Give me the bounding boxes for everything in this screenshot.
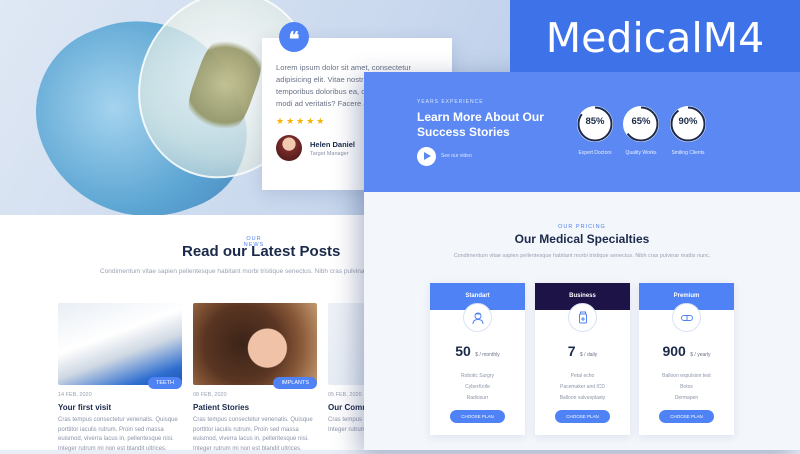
quote-icon: ❝ [279,22,309,52]
post-date: 14 FEB, 2020 [58,392,92,398]
pricing-card-premium: Premium 900 $ / yearly Balloon expulsion… [639,283,734,435]
choose-plan-button[interactable]: CHOOSE PLAN [659,410,714,423]
post-card[interactable]: TEETH 14 FEB, 2020 Your first visit Cras… [58,303,182,454]
play-icon[interactable] [417,147,436,166]
video-label[interactable]: See our video [441,153,472,159]
post-image[interactable] [328,303,368,385]
plan-feature: Balloon expulsion test [662,373,711,379]
pricing-lead: Condimentum vitae sapien pellentesque ha… [453,253,711,259]
plan-features: Balloon expulsion test Botox Dermapen [639,371,734,404]
stat-value: 90% [678,116,698,127]
post-card[interactable]: 05 FEB, 2020 Our Comm Cras tempus c port… [328,303,368,435]
post-title[interactable]: Your first visit [58,403,182,412]
post-excerpt: Cras tempus c porttitor iaculi euismod, … [328,417,368,433]
plan-feature: Radiosurr [466,395,489,401]
plan-feature: Pacemaker and ICD [559,384,606,390]
plan-price: 50 $ / monthly [455,343,500,359]
plan-feature: Dermapen [674,395,699,401]
pricing-eyebrow: OUR PRICING [558,224,606,230]
pill-icon [672,303,701,332]
choose-plan-button[interactable]: CHOOSE PLAN [450,410,505,423]
plan-feature: Botox [680,384,693,390]
news-lead: Condimentum vitae sapien pellentesque ha… [100,268,367,275]
nurse-icon [463,303,492,332]
post-image[interactable]: IMPLANTS [193,303,317,389]
author-name: Helen Daniel [310,139,356,149]
plan-features: Robotic Surgry CyberKnife Radiosurr [430,371,525,404]
avatar [276,135,302,161]
post-tag[interactable]: IMPLANTS [273,377,317,389]
pricing-card-business: Business 7 $ / daily Petal echo Pacemake… [535,283,630,435]
plan-features: Petal echo Pacemaker and ICD Balloon val… [535,371,630,404]
stat-ring: 65% [621,104,661,144]
plan-feature: Robotic Surgry [460,373,495,379]
post-card[interactable]: IMPLANTS 08 FEB, 2020 Patient Stories Cr… [193,303,317,454]
post-tag[interactable]: TEETH [147,377,182,389]
stat-value: 85% [585,116,605,127]
choose-plan-button[interactable]: CHOOSE PLAN [555,410,610,423]
plan-price: 7 $ / daily [567,343,598,359]
post-excerpt: Cras tempus consectetur venenatis. Quisq… [193,417,313,452]
post-excerpt: Cras tempus consectetur venenatis. Quisq… [58,417,178,452]
news-title: Read our Latest Posts [182,243,341,260]
stat-ring: 90% [668,104,708,144]
stats-eyebrow: YEARS EXPERIENCE [417,99,484,105]
stat-value: 65% [631,116,651,127]
news-section: OUR NEWS Read our Latest Posts Condiment… [0,215,370,452]
pricing-card-standart: Standart 50 $ / monthly Robotic Surgry C… [430,283,525,435]
post-image[interactable]: TEETH [58,303,182,389]
plan-feature: Petal echo [570,373,595,379]
post-title[interactable]: Patient Stories [193,403,317,412]
brand-title: MedicalM4 [510,0,800,72]
stats-section: YEARS EXPERIENCE Learn More About Our Su… [364,72,800,192]
plan-price: 900 $ / yearly [662,343,711,359]
post-date: 08 FEB, 2020 [193,392,227,398]
plan-feature: Balloon valvuoplasty [559,395,606,401]
author-role: Target Manager [310,150,349,157]
pricing-title: Our Medical Specialties [514,232,650,246]
post-date: 05 FEB, 2020 [328,392,362,398]
stat-label: Smiling Clients [671,150,705,156]
front-page-preview: YEARS EXPERIENCE Learn More About Our Su… [364,72,800,450]
stat-ring: 85% [575,104,615,144]
plan-feature: CyberKnife [465,384,490,390]
stats-title: Learn More About Our Success Stories [417,110,544,139]
post-title[interactable]: Our Comm [328,403,368,412]
medicine-jar-icon [568,303,597,332]
